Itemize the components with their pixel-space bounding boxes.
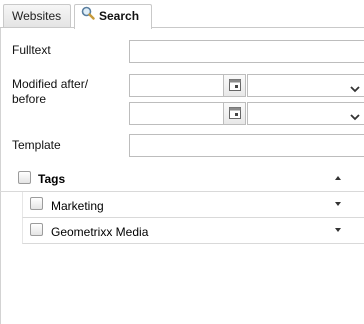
- modified-after-date-input[interactable]: [130, 75, 222, 96]
- expand-icon[interactable]: [335, 202, 341, 206]
- tab-search[interactable]: Search: [74, 4, 152, 29]
- template-input[interactable]: [130, 135, 364, 156]
- search-icon: [81, 5, 95, 27]
- fulltext-label: Fulltext: [12, 43, 51, 57]
- time-dropdown-after[interactable]: [346, 75, 364, 96]
- modified-label: Modified after/ before: [12, 77, 88, 107]
- template-label: Template: [12, 138, 61, 152]
- fulltext-field[interactable]: [129, 40, 364, 63]
- modified-before-time-input[interactable]: [248, 103, 344, 124]
- modified-before-time-field[interactable]: [247, 102, 364, 125]
- tags-checkbox[interactable]: [18, 171, 31, 184]
- tag-label: Marketing: [51, 199, 104, 213]
- modified-after-date-field[interactable]: [129, 74, 246, 97]
- tag-checkbox[interactable]: [30, 197, 43, 210]
- chevron-down-icon: [350, 110, 360, 124]
- modified-after-time-field[interactable]: [247, 74, 364, 97]
- calendar-button-before[interactable]: [223, 103, 245, 124]
- modified-before-date-field[interactable]: [129, 102, 246, 125]
- time-dropdown-before[interactable]: [346, 103, 364, 124]
- tags-header[interactable]: Tags: [0, 166, 364, 192]
- tab-websites[interactable]: Websites: [3, 4, 71, 28]
- tab-websites-label: Websites: [12, 9, 62, 23]
- modified-label-line1: Modified after/: [12, 77, 89, 91]
- calendar-button-after[interactable]: [223, 75, 245, 96]
- tags-title: Tags: [38, 172, 66, 186]
- calendar-icon: [229, 79, 241, 94]
- chevron-down-icon: [350, 82, 360, 96]
- template-field[interactable]: [129, 134, 364, 157]
- tab-bar: Websites Search: [0, 0, 364, 29]
- fulltext-input[interactable]: [130, 41, 364, 62]
- calendar-icon: [229, 107, 241, 122]
- collapse-icon[interactable]: [335, 176, 341, 180]
- tag-row-geometrixx-media[interactable]: Geometrixx Media: [22, 218, 364, 244]
- modified-label-line2: before: [12, 92, 47, 106]
- tag-label: Geometrixx Media: [51, 225, 149, 239]
- expand-icon[interactable]: [335, 228, 341, 232]
- tab-search-label: Search: [99, 9, 140, 23]
- tag-row-marketing[interactable]: Marketing: [22, 192, 364, 218]
- modified-before-date-input[interactable]: [130, 103, 222, 124]
- tag-checkbox[interactable]: [30, 223, 43, 236]
- modified-after-time-input[interactable]: [248, 75, 344, 96]
